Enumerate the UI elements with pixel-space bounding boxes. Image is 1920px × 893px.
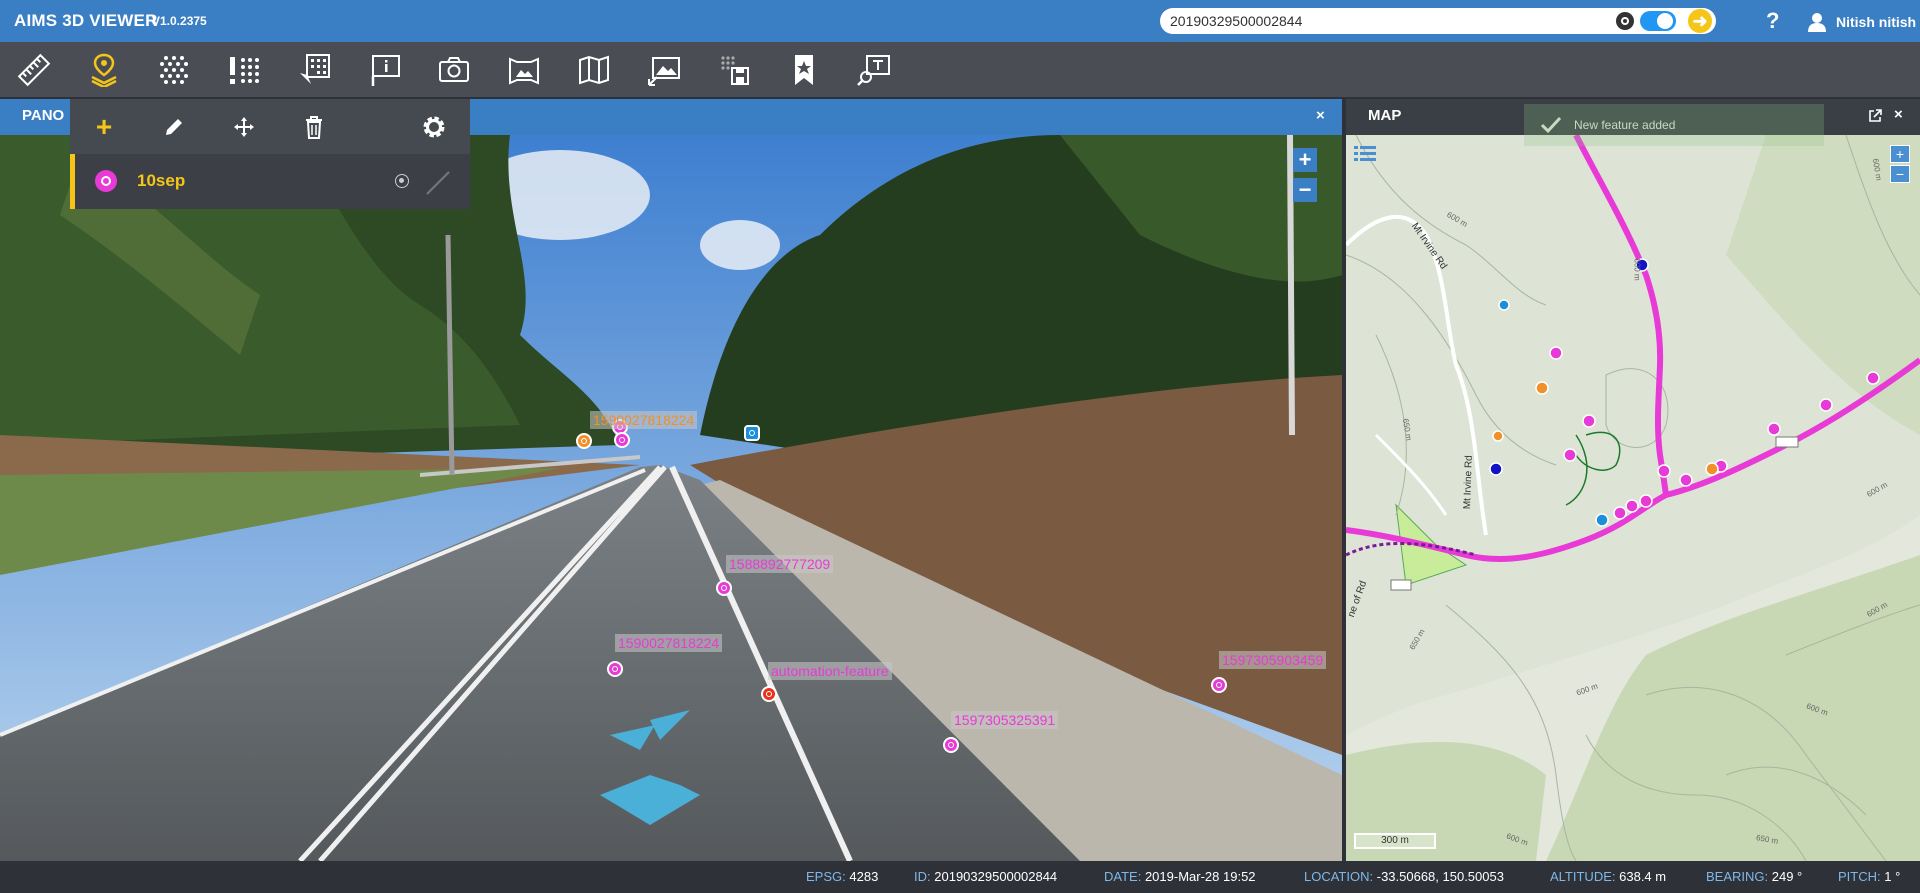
bearing-readout: BEARING: 249 ° [1706,869,1803,884]
feature-settings-button[interactable] [416,109,452,145]
main-toolbar: nitish [0,42,1920,119]
notification-toast: New feature added [1524,104,1824,146]
ruler-icon[interactable] [14,50,54,90]
app-title: AIMS 3D VIEWER [14,11,158,30]
grid-select-icon[interactable] [294,50,334,90]
panorama-view[interactable]: 1590027818224 1588892777209 159002781822… [0,135,1342,861]
move-feature-button[interactable] [226,109,262,145]
image-upload-icon[interactable] [644,50,684,90]
map-title: MAP [1368,107,1402,124]
panorama-close-button[interactable]: × [1316,107,1325,124]
map-zoom-out-button[interactable]: − [1890,165,1910,183]
map-fold-icon[interactable] [574,50,614,90]
feature-marker[interactable] [1211,677,1227,693]
top-bar: AIMS 3D VIEWER V1.0.2375 ➜ ? Nitish niti… [0,0,1920,42]
date-readout: DATE: 2019-Mar-28 19:52 [1104,869,1256,884]
feature-layer-panel: + 10sep [70,99,470,209]
clear-search-icon[interactable] [1616,12,1634,30]
app-version: V1.0.2375 [152,14,207,28]
notification-text: New feature added [1574,118,1676,132]
move-icon [234,117,254,137]
feature-layer-icon[interactable] [84,50,124,90]
map-scale-bar: 300 m [1354,833,1436,849]
layer-name: 10sep [137,171,186,190]
camera-icon[interactable] [434,50,474,90]
contour-label: 600 m [1632,258,1642,281]
add-feature-button[interactable]: + [86,109,122,145]
epsg-readout: EPSG: 4283 [806,869,879,884]
pencil-icon [166,119,182,135]
image-frame-icon[interactable] [504,50,544,90]
search-box: ➜ [1160,8,1716,34]
feature-panel-toolbar: + [70,99,470,154]
save-grid-icon[interactable] [714,50,754,90]
feature-marker[interactable] [614,432,630,448]
status-bar: EPSG: 4283 ID: 20190329500002844 DATE: 2… [0,861,1920,893]
feature-layer-item[interactable]: 10sep [70,154,470,209]
user-name[interactable]: Nitish nitish [1836,14,1916,30]
feature-marker[interactable] [943,737,959,753]
street-scene [0,135,1342,861]
panorama-zoom-out-button[interactable]: − [1293,178,1317,202]
search-input[interactable] [1170,11,1610,31]
search-mode-toggle[interactable] [1640,11,1676,31]
pitch-readout: PITCH: 1 ° [1838,869,1901,884]
gear-icon [423,116,445,138]
layers-icon[interactable] [1354,145,1376,163]
bookmark-star-icon[interactable] [784,50,824,90]
blue-feature-marker[interactable] [744,425,760,441]
altitude-readout: ALTITUDE: 638.4 m [1550,869,1667,884]
layer-marker-icon [95,170,117,192]
panorama-tab[interactable]: PANO [22,107,64,124]
check-icon [1540,116,1562,134]
id-readout: ID: 20190329500002844 [914,869,1058,884]
go-arrow-icon[interactable]: ➜ [1688,9,1712,33]
road-label: Mt Irvine Rd [1462,455,1475,510]
feature-label[interactable]: 1588892777209 [726,555,834,573]
feature-label[interactable]: 1590027818224 [615,634,723,652]
map-close-button[interactable]: × [1894,106,1903,123]
delete-feature-button[interactable] [296,109,332,145]
feature-label[interactable]: 1597305325391 [951,711,1059,729]
feature-label[interactable]: 1590027818224 [590,411,698,429]
user-icon[interactable] [1808,12,1826,32]
feature-label[interactable]: automation-feature [768,662,892,680]
location-readout: LOCATION: -33.50668, 150.50053 [1304,869,1504,884]
issues-icon[interactable] [224,50,264,90]
map-zoom-in-button[interactable]: + [1890,145,1910,163]
feature-marker[interactable] [607,661,623,677]
feature-label[interactable]: 1597305903459 [1219,651,1327,669]
info-sign-icon[interactable] [364,50,404,90]
map-view[interactable]: Mt Irvine Rd Mt Irvine Rd ne of Rd 600 m… [1346,135,1920,861]
search-sign-icon[interactable] [854,50,894,90]
points-grid-icon[interactable] [154,50,194,90]
locate-layer-icon[interactable] [395,174,409,188]
trash-icon [306,116,322,139]
panorama-zoom-in-button[interactable]: + [1293,148,1317,172]
edit-feature-button[interactable] [156,109,192,145]
help-icon[interactable]: ? [1766,8,1779,34]
feature-marker[interactable] [716,580,732,596]
automation-feature-marker[interactable] [761,686,777,702]
external-link-icon[interactable] [1868,109,1882,123]
line-tool-icon[interactable] [425,170,451,196]
orange-feature-marker[interactable] [576,433,592,449]
